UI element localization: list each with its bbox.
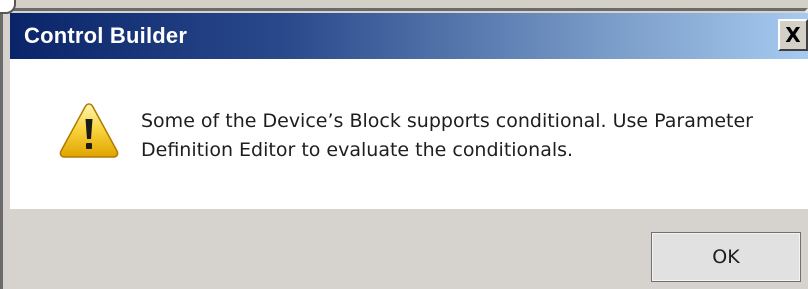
- close-icon: X: [785, 23, 801, 47]
- dialog-window: Control Builder X Some of the Device’s B…: [0, 0, 808, 289]
- warning-icon: [59, 103, 119, 158]
- button-bar: OK: [10, 209, 808, 289]
- message-line-1: Some of the Device’s Block supports cond…: [141, 110, 753, 132]
- title-bar[interactable]: Control Builder X: [10, 13, 808, 59]
- message-area: Some of the Device’s Block supports cond…: [10, 59, 808, 209]
- ok-button[interactable]: OK: [651, 232, 801, 282]
- dialog-message: Some of the Device’s Block supports cond…: [141, 107, 781, 165]
- dialog-title: Control Builder: [24, 23, 188, 48]
- message-line-2: Definition Editor to evaluate the condit…: [141, 139, 574, 161]
- close-button[interactable]: X: [778, 19, 808, 51]
